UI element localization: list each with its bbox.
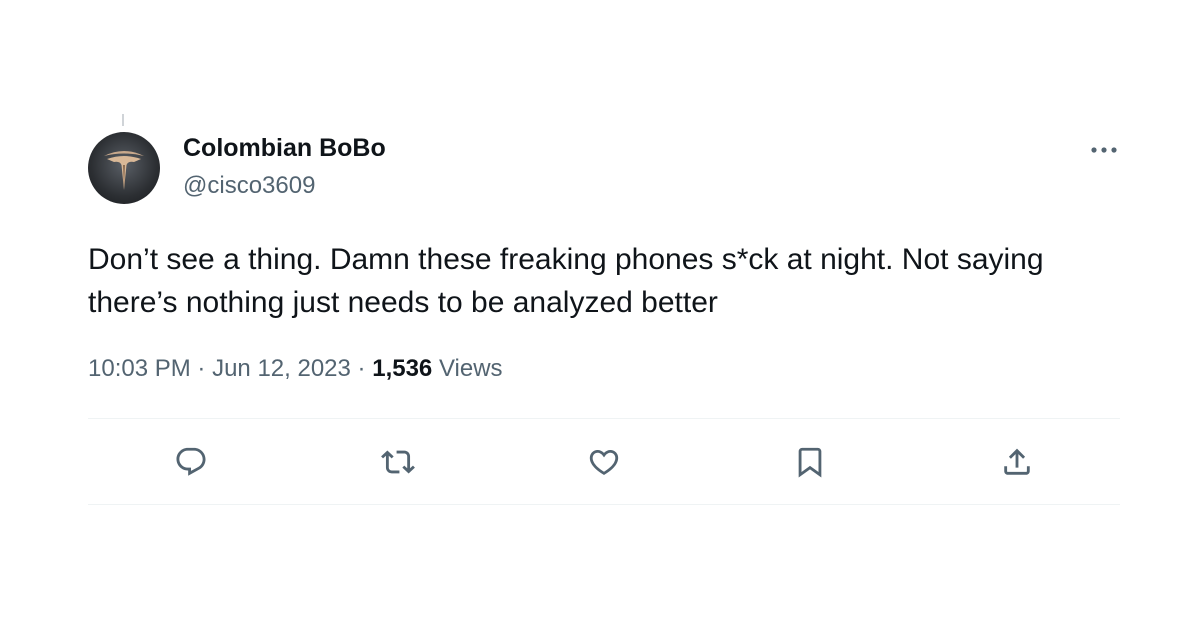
more-icon[interactable] (1088, 140, 1120, 160)
divider (88, 418, 1120, 419)
avatar[interactable] (88, 132, 160, 204)
share-icon (1004, 448, 1030, 475)
like-button[interactable] (584, 442, 624, 482)
tweet-time[interactable]: 10:03 PM (88, 355, 191, 382)
thread-line (122, 114, 124, 126)
bookmark-button[interactable] (790, 442, 830, 482)
tweet-text: Don’t see a thing. Damn these freaking p… (88, 243, 1044, 319)
meta-separator: · (197, 355, 206, 382)
tweet-meta: 10:03 PM · Jun 12, 2023 · 1,536 Views (88, 355, 503, 383)
meta-separator: · (357, 355, 366, 382)
like-icon (589, 449, 619, 475)
share-button[interactable] (997, 442, 1037, 482)
reply-button[interactable] (171, 442, 211, 482)
tweet-date[interactable]: Jun 12, 2023 (212, 355, 351, 382)
tesla-logo-icon (104, 151, 144, 190)
bookmark-icon (798, 447, 822, 478)
views-label: Views (438, 355, 503, 382)
views-count: 1,536 (372, 355, 433, 382)
divider (88, 504, 1120, 505)
retweet-button[interactable] (378, 442, 418, 482)
tweet-card: Colombian BoBo @cisco3609 Don’t see a th… (88, 110, 1120, 510)
user-handle[interactable]: @cisco3609 (183, 172, 315, 200)
display-name[interactable]: Colombian BoBo (183, 134, 386, 163)
action-bar (88, 438, 1120, 486)
retweet-icon (381, 450, 415, 474)
reply-icon (176, 447, 206, 476)
